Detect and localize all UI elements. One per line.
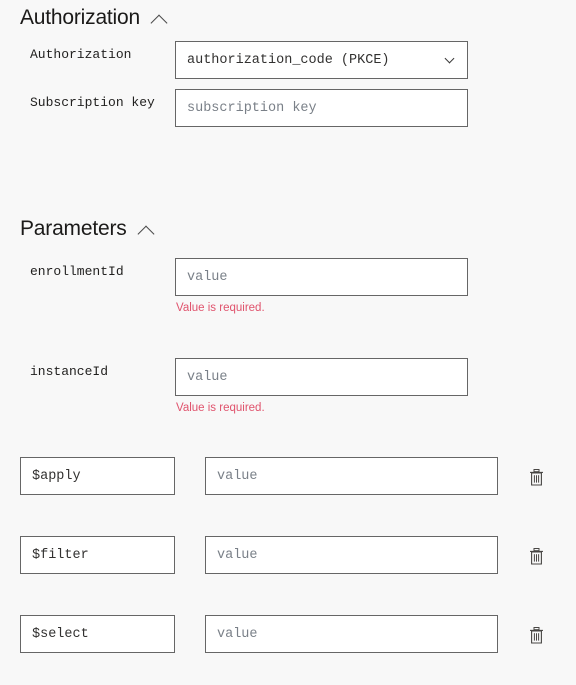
instanceid-input[interactable] [175,358,468,396]
validation-message-enrollmentid: Value is required. [176,302,265,314]
custom-param-value-input-apply[interactable] [205,457,498,495]
delete-param-button-apply[interactable] [521,462,551,492]
field-label-enrollmentid: enrollmentId [30,264,124,279]
field-row-enrollmentid: enrollmentId Value is required. [0,258,576,316]
trash-icon [529,547,543,565]
section-title-parameters: Parameters [20,217,127,240]
custom-param-row [0,457,576,495]
field-control-authorization: authorization_code (PKCE) [175,41,468,79]
field-control-subscription-key [175,89,468,127]
custom-param-value-input-filter[interactable] [205,536,498,574]
custom-param-name-input-select[interactable] [20,615,175,653]
enrollmentid-input[interactable] [175,258,468,296]
custom-param-value-input-select[interactable] [205,615,498,653]
custom-param-row [0,615,576,653]
section-title-authorization: Authorization [20,6,140,29]
field-label-authorization: Authorization [30,47,132,62]
field-row-authorization: Authorization authorization_code (PKCE) [0,41,576,79]
delete-param-button-select[interactable] [521,620,551,650]
chevron-up-icon[interactable] [136,222,162,236]
field-control-enrollmentid: Value is required. [175,258,468,316]
subscription-key-input[interactable] [175,89,468,127]
custom-param-name-input-apply[interactable] [20,457,175,495]
custom-param-row [0,536,576,574]
field-label-instanceid: instanceId [30,364,109,379]
field-row-instanceid: instanceId Value is required. [0,358,576,416]
field-control-instanceid: Value is required. [175,358,468,416]
delete-param-button-filter[interactable] [521,541,551,571]
section-header-authorization[interactable]: Authorization [0,6,175,29]
field-label-subscription-key: Subscription key [30,95,155,110]
custom-param-name-input-filter[interactable] [20,536,175,574]
api-console-form: Authorization Authorization authorizatio… [0,0,576,685]
field-row-subscription-key: Subscription key [0,89,576,127]
authorization-select[interactable]: authorization_code (PKCE) [175,41,468,79]
validation-message-instanceid: Value is required. [176,402,265,414]
trash-icon [529,468,543,486]
chevron-up-icon[interactable] [149,11,175,25]
section-header-parameters[interactable]: Parameters [0,217,162,240]
trash-icon [529,626,543,644]
